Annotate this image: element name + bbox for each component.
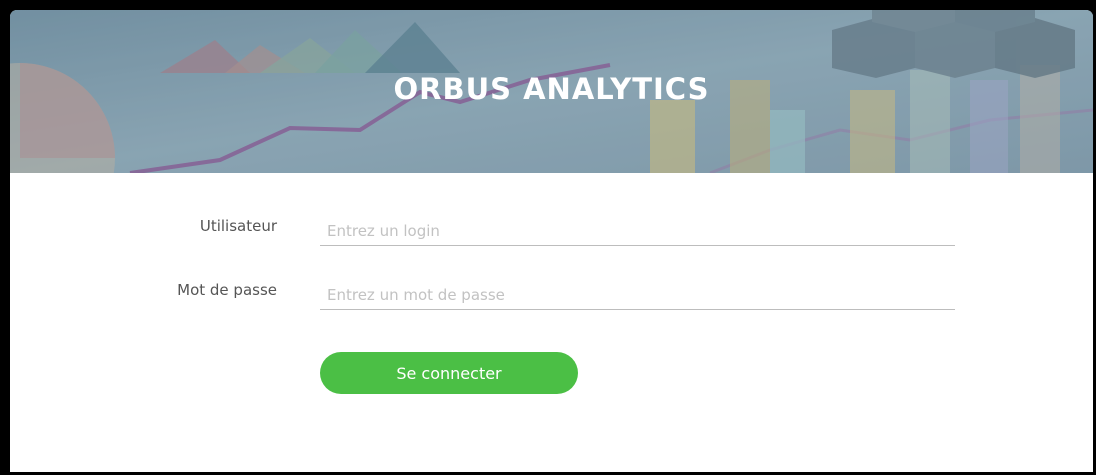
password-input[interactable] bbox=[320, 280, 955, 310]
login-button[interactable]: Se connecter bbox=[320, 352, 578, 394]
password-label: Mot de passe bbox=[177, 281, 277, 299]
header-banner: ORBUS ANALYTICS bbox=[10, 10, 1093, 173]
login-card: ORBUS ANALYTICS Utilisateur Mot de passe… bbox=[10, 10, 1093, 472]
app-title: ORBUS ANALYTICS bbox=[393, 72, 710, 106]
username-input[interactable] bbox=[320, 216, 955, 246]
username-label: Utilisateur bbox=[199, 217, 277, 235]
